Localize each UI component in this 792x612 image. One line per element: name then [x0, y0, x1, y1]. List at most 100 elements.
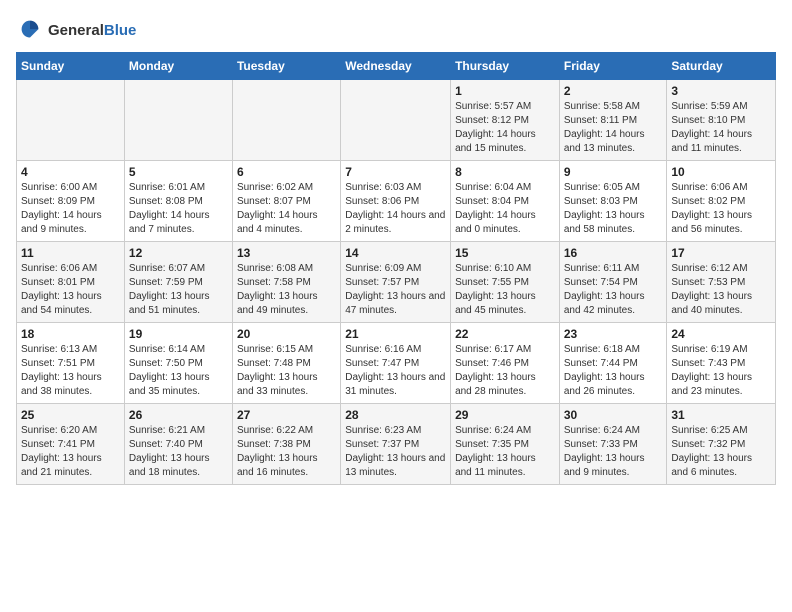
weekday-header-row: SundayMondayTuesdayWednesdayThursdayFrid… — [17, 53, 776, 80]
day-info: Sunrise: 6:19 AMSunset: 7:43 PMDaylight:… — [671, 343, 771, 399]
calendar-cell: 29Sunrise: 6:24 AMSunset: 7:35 PMDayligh… — [451, 404, 560, 485]
day-info: Sunrise: 6:09 AMSunset: 7:57 PMDaylight:… — [345, 262, 446, 318]
day-info: Sunrise: 6:12 AMSunset: 7:53 PMDaylight:… — [671, 262, 771, 318]
calendar-cell: 5 Sunrise: 6:01 AMSunset: 8:08 PMDaylight… — [124, 161, 232, 242]
calendar-cell: 2 Sunrise: 5:58 AMSunset: 8:11 PMDaylight… — [559, 80, 667, 161]
week-row-3: 11 Sunrise: 6:06 AMSunset: 8:01 PMDayligh… — [17, 242, 776, 323]
calendar-cell: 8 Sunrise: 6:04 AMSunset: 8:04 PMDaylight… — [451, 161, 560, 242]
weekday-header-tuesday: Tuesday — [232, 53, 340, 80]
day-info: Sunrise: 5:58 AMSunset: 8:11 PMDaylight:… — [564, 100, 663, 156]
logo-text: GeneralBlue — [48, 22, 136, 39]
day-number: 16 — [564, 246, 663, 260]
calendar-cell: 31Sunrise: 6:25 AMSunset: 7:32 PMDayligh… — [667, 404, 776, 485]
day-number: 15 — [455, 246, 555, 260]
day-info: Sunrise: 6:22 AMSunset: 7:38 PMDaylight:… — [237, 424, 336, 480]
calendar-cell: 24 Sunrise: 6:19 AMSunset: 7:43 PMDayligh… — [667, 323, 776, 404]
calendar-cell: 23Sunrise: 6:18 AMSunset: 7:44 PMDayligh… — [559, 323, 667, 404]
day-number: 13 — [237, 246, 336, 260]
day-number: 14 — [345, 246, 446, 260]
weekday-header-monday: Monday — [124, 53, 232, 80]
calendar-cell: 9 Sunrise: 6:05 AMSunset: 8:03 PMDaylight… — [559, 161, 667, 242]
day-number: 22 — [455, 327, 555, 341]
day-number: 27 — [237, 408, 336, 422]
calendar-cell — [124, 80, 232, 161]
calendar-cell: 16Sunrise: 6:11 AMSunset: 7:54 PMDayligh… — [559, 242, 667, 323]
weekday-header-friday: Friday — [559, 53, 667, 80]
day-info: Sunrise: 6:25 AMSunset: 7:32 PMDaylight:… — [671, 424, 771, 480]
day-number: 30 — [564, 408, 663, 422]
day-info: Sunrise: 6:08 AMSunset: 7:58 PMDaylight:… — [237, 262, 336, 318]
calendar-cell: 30 Sunrise: 6:24 AMSunset: 7:33 PMDayligh… — [559, 404, 667, 485]
page-header: GeneralBlue — [16, 16, 776, 44]
calendar-cell — [232, 80, 340, 161]
calendar-cell: 13 Sunrise: 6:08 AMSunset: 7:58 PMDayligh… — [232, 242, 340, 323]
day-info: Sunrise: 6:10 AMSunset: 7:55 PMDaylight:… — [455, 262, 555, 318]
day-info: Sunrise: 6:14 AMSunset: 7:50 PMDaylight:… — [129, 343, 228, 399]
week-row-5: 25Sunrise: 6:20 AMSunset: 7:41 PMDayligh… — [17, 404, 776, 485]
calendar-cell: 6 Sunrise: 6:02 AMSunset: 8:07 PMDaylight… — [232, 161, 340, 242]
week-row-4: 18 Sunrise: 6:13 AMSunset: 7:51 PMDayligh… — [17, 323, 776, 404]
calendar-cell: 20Sunrise: 6:15 AMSunset: 7:48 PMDayligh… — [232, 323, 340, 404]
weekday-header-sunday: Sunday — [17, 53, 125, 80]
day-number: 6 — [237, 165, 336, 179]
day-number: 23 — [564, 327, 663, 341]
day-info: Sunrise: 6:06 AMSunset: 8:02 PMDaylight:… — [671, 181, 771, 237]
week-row-2: 4 Sunrise: 6:00 AMSunset: 8:09 PMDaylight… — [17, 161, 776, 242]
calendar-cell: 19 Sunrise: 6:14 AMSunset: 7:50 PMDayligh… — [124, 323, 232, 404]
calendar-cell: 10 Sunrise: 6:06 AMSunset: 8:02 PMDayligh… — [667, 161, 776, 242]
weekday-header-thursday: Thursday — [451, 53, 560, 80]
calendar-cell: 7 Sunrise: 6:03 AMSunset: 8:06 PMDaylight… — [341, 161, 451, 242]
day-info: Sunrise: 6:16 AMSunset: 7:47 PMDaylight:… — [345, 343, 446, 399]
day-info: Sunrise: 6:24 AMSunset: 7:33 PMDaylight:… — [564, 424, 663, 480]
calendar-cell: 3 Sunrise: 5:59 AMSunset: 8:10 PMDaylight… — [667, 80, 776, 161]
day-info: Sunrise: 6:15 AMSunset: 7:48 PMDaylight:… — [237, 343, 336, 399]
day-number: 12 — [129, 246, 228, 260]
day-number: 3 — [671, 84, 771, 98]
logo-icon — [16, 16, 44, 44]
day-info: Sunrise: 6:13 AMSunset: 7:51 PMDaylight:… — [21, 343, 120, 399]
day-info: Sunrise: 6:06 AMSunset: 8:01 PMDaylight:… — [21, 262, 120, 318]
day-info: Sunrise: 6:02 AMSunset: 8:07 PMDaylight:… — [237, 181, 336, 237]
week-row-1: 1 Sunrise: 5:57 AMSunset: 8:12 PMDaylight… — [17, 80, 776, 161]
calendar-cell — [17, 80, 125, 161]
day-number: 18 — [21, 327, 120, 341]
calendar-cell: 12Sunrise: 6:07 AMSunset: 7:59 PMDayligh… — [124, 242, 232, 323]
calendar-cell: 26Sunrise: 6:21 AMSunset: 7:40 PMDayligh… — [124, 404, 232, 485]
calendar-cell — [341, 80, 451, 161]
weekday-header-wednesday: Wednesday — [341, 53, 451, 80]
day-number: 7 — [345, 165, 446, 179]
logo: GeneralBlue — [16, 16, 136, 44]
calendar-cell: 15 Sunrise: 6:10 AMSunset: 7:55 PMDayligh… — [451, 242, 560, 323]
day-info: Sunrise: 6:03 AMSunset: 8:06 PMDaylight:… — [345, 181, 446, 237]
calendar-cell: 1 Sunrise: 5:57 AMSunset: 8:12 PMDaylight… — [451, 80, 560, 161]
day-number: 21 — [345, 327, 446, 341]
calendar-cell: 4 Sunrise: 6:00 AMSunset: 8:09 PMDaylight… — [17, 161, 125, 242]
day-number: 10 — [671, 165, 771, 179]
calendar-cell: 22Sunrise: 6:17 AMSunset: 7:46 PMDayligh… — [451, 323, 560, 404]
day-number: 1 — [455, 84, 555, 98]
day-number: 5 — [129, 165, 228, 179]
day-info: Sunrise: 6:04 AMSunset: 8:04 PMDaylight:… — [455, 181, 555, 237]
day-info: Sunrise: 6:23 AMSunset: 7:37 PMDaylight:… — [345, 424, 446, 480]
day-number: 4 — [21, 165, 120, 179]
day-number: 8 — [455, 165, 555, 179]
day-number: 11 — [21, 246, 120, 260]
day-number: 29 — [455, 408, 555, 422]
day-number: 24 — [671, 327, 771, 341]
day-info: Sunrise: 6:21 AMSunset: 7:40 PMDaylight:… — [129, 424, 228, 480]
calendar-cell: 27 Sunrise: 6:22 AMSunset: 7:38 PMDayligh… — [232, 404, 340, 485]
day-info: Sunrise: 5:57 AMSunset: 8:12 PMDaylight:… — [455, 100, 555, 156]
calendar-cell: 14 Sunrise: 6:09 AMSunset: 7:57 PMDayligh… — [341, 242, 451, 323]
calendar-cell: 11 Sunrise: 6:06 AMSunset: 8:01 PMDayligh… — [17, 242, 125, 323]
calendar-cell: 21 Sunrise: 6:16 AMSunset: 7:47 PMDayligh… — [341, 323, 451, 404]
day-info: Sunrise: 6:20 AMSunset: 7:41 PMDaylight:… — [21, 424, 120, 480]
day-info: Sunrise: 6:05 AMSunset: 8:03 PMDaylight:… — [564, 181, 663, 237]
day-number: 2 — [564, 84, 663, 98]
weekday-header-saturday: Saturday — [667, 53, 776, 80]
day-info: Sunrise: 5:59 AMSunset: 8:10 PMDaylight:… — [671, 100, 771, 156]
day-info: Sunrise: 6:01 AMSunset: 8:08 PMDaylight:… — [129, 181, 228, 237]
day-info: Sunrise: 6:00 AMSunset: 8:09 PMDaylight:… — [21, 181, 120, 237]
day-number: 19 — [129, 327, 228, 341]
calendar-cell: 17Sunrise: 6:12 AMSunset: 7:53 PMDayligh… — [667, 242, 776, 323]
day-number: 9 — [564, 165, 663, 179]
